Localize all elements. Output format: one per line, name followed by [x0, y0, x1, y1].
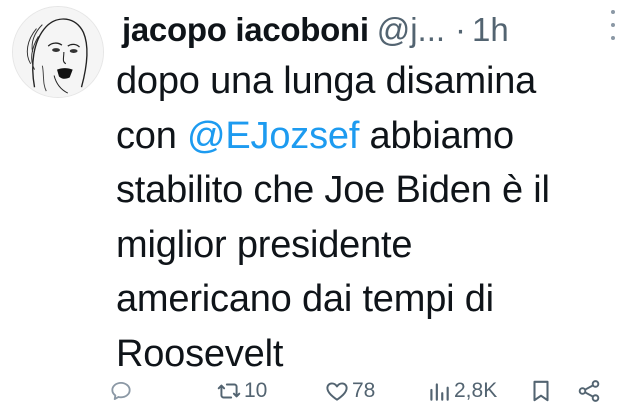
tweet-header: jacopo iacoboni @j... · 1h — [122, 8, 628, 52]
retweet-icon — [217, 383, 241, 399]
share-button[interactable] — [576, 378, 602, 404]
avatar-sketch-image — [13, 7, 103, 97]
more-options-icon[interactable] — [608, 10, 618, 40]
views-count: 2,8K — [454, 379, 498, 402]
tweet-text-line: stabilito che Joe Biden è il — [116, 169, 550, 211]
retweet-button[interactable]: 10 — [216, 378, 267, 404]
author-name[interactable]: jacopo iacoboni — [122, 11, 369, 49]
more-dot — [611, 10, 615, 14]
tweet-text-line: Roosevelt — [116, 332, 284, 375]
tweet-text: dopo una lunga disamina con @EJozsef abb… — [116, 54, 626, 381]
heart-icon — [326, 382, 348, 401]
bookmark-icon — [533, 380, 549, 402]
text-fragment: abbiamo — [359, 114, 515, 157]
tweet-actions: 10 78 2,8K — [108, 374, 628, 408]
tweet-text-line: con @EJozsef abbiamo — [116, 109, 626, 164]
retweet-count: 10 — [244, 379, 268, 402]
share-icon — [578, 380, 600, 402]
reply-icon — [111, 381, 131, 401]
views-chart-icon — [430, 383, 449, 401]
tweet-text-line: miglior presidente — [116, 223, 413, 266]
bookmark-button[interactable] — [528, 378, 554, 404]
author-handle[interactable]: @j... — [377, 11, 445, 49]
more-dot — [611, 36, 615, 40]
mention-link[interactable]: @EJozsef — [187, 115, 359, 157]
tweet-timestamp[interactable]: 1h — [472, 11, 509, 49]
header-separator: · — [455, 11, 467, 48]
tweet-text-line: dopo una lunga disamina — [116, 60, 537, 102]
like-button[interactable]: 78 — [324, 378, 375, 404]
like-count: 78 — [352, 379, 376, 402]
reply-button[interactable] — [108, 378, 134, 404]
views-button[interactable]: 2,8K — [426, 378, 497, 404]
tweet-text-line: americano dai tempi di — [116, 278, 494, 320]
more-dot — [611, 23, 615, 27]
tweet[interactable]: jacopo iacoboni @j... · 1h dopo una lung… — [0, 0, 640, 408]
author-avatar[interactable] — [12, 6, 104, 98]
text-fragment: con — [116, 114, 188, 157]
